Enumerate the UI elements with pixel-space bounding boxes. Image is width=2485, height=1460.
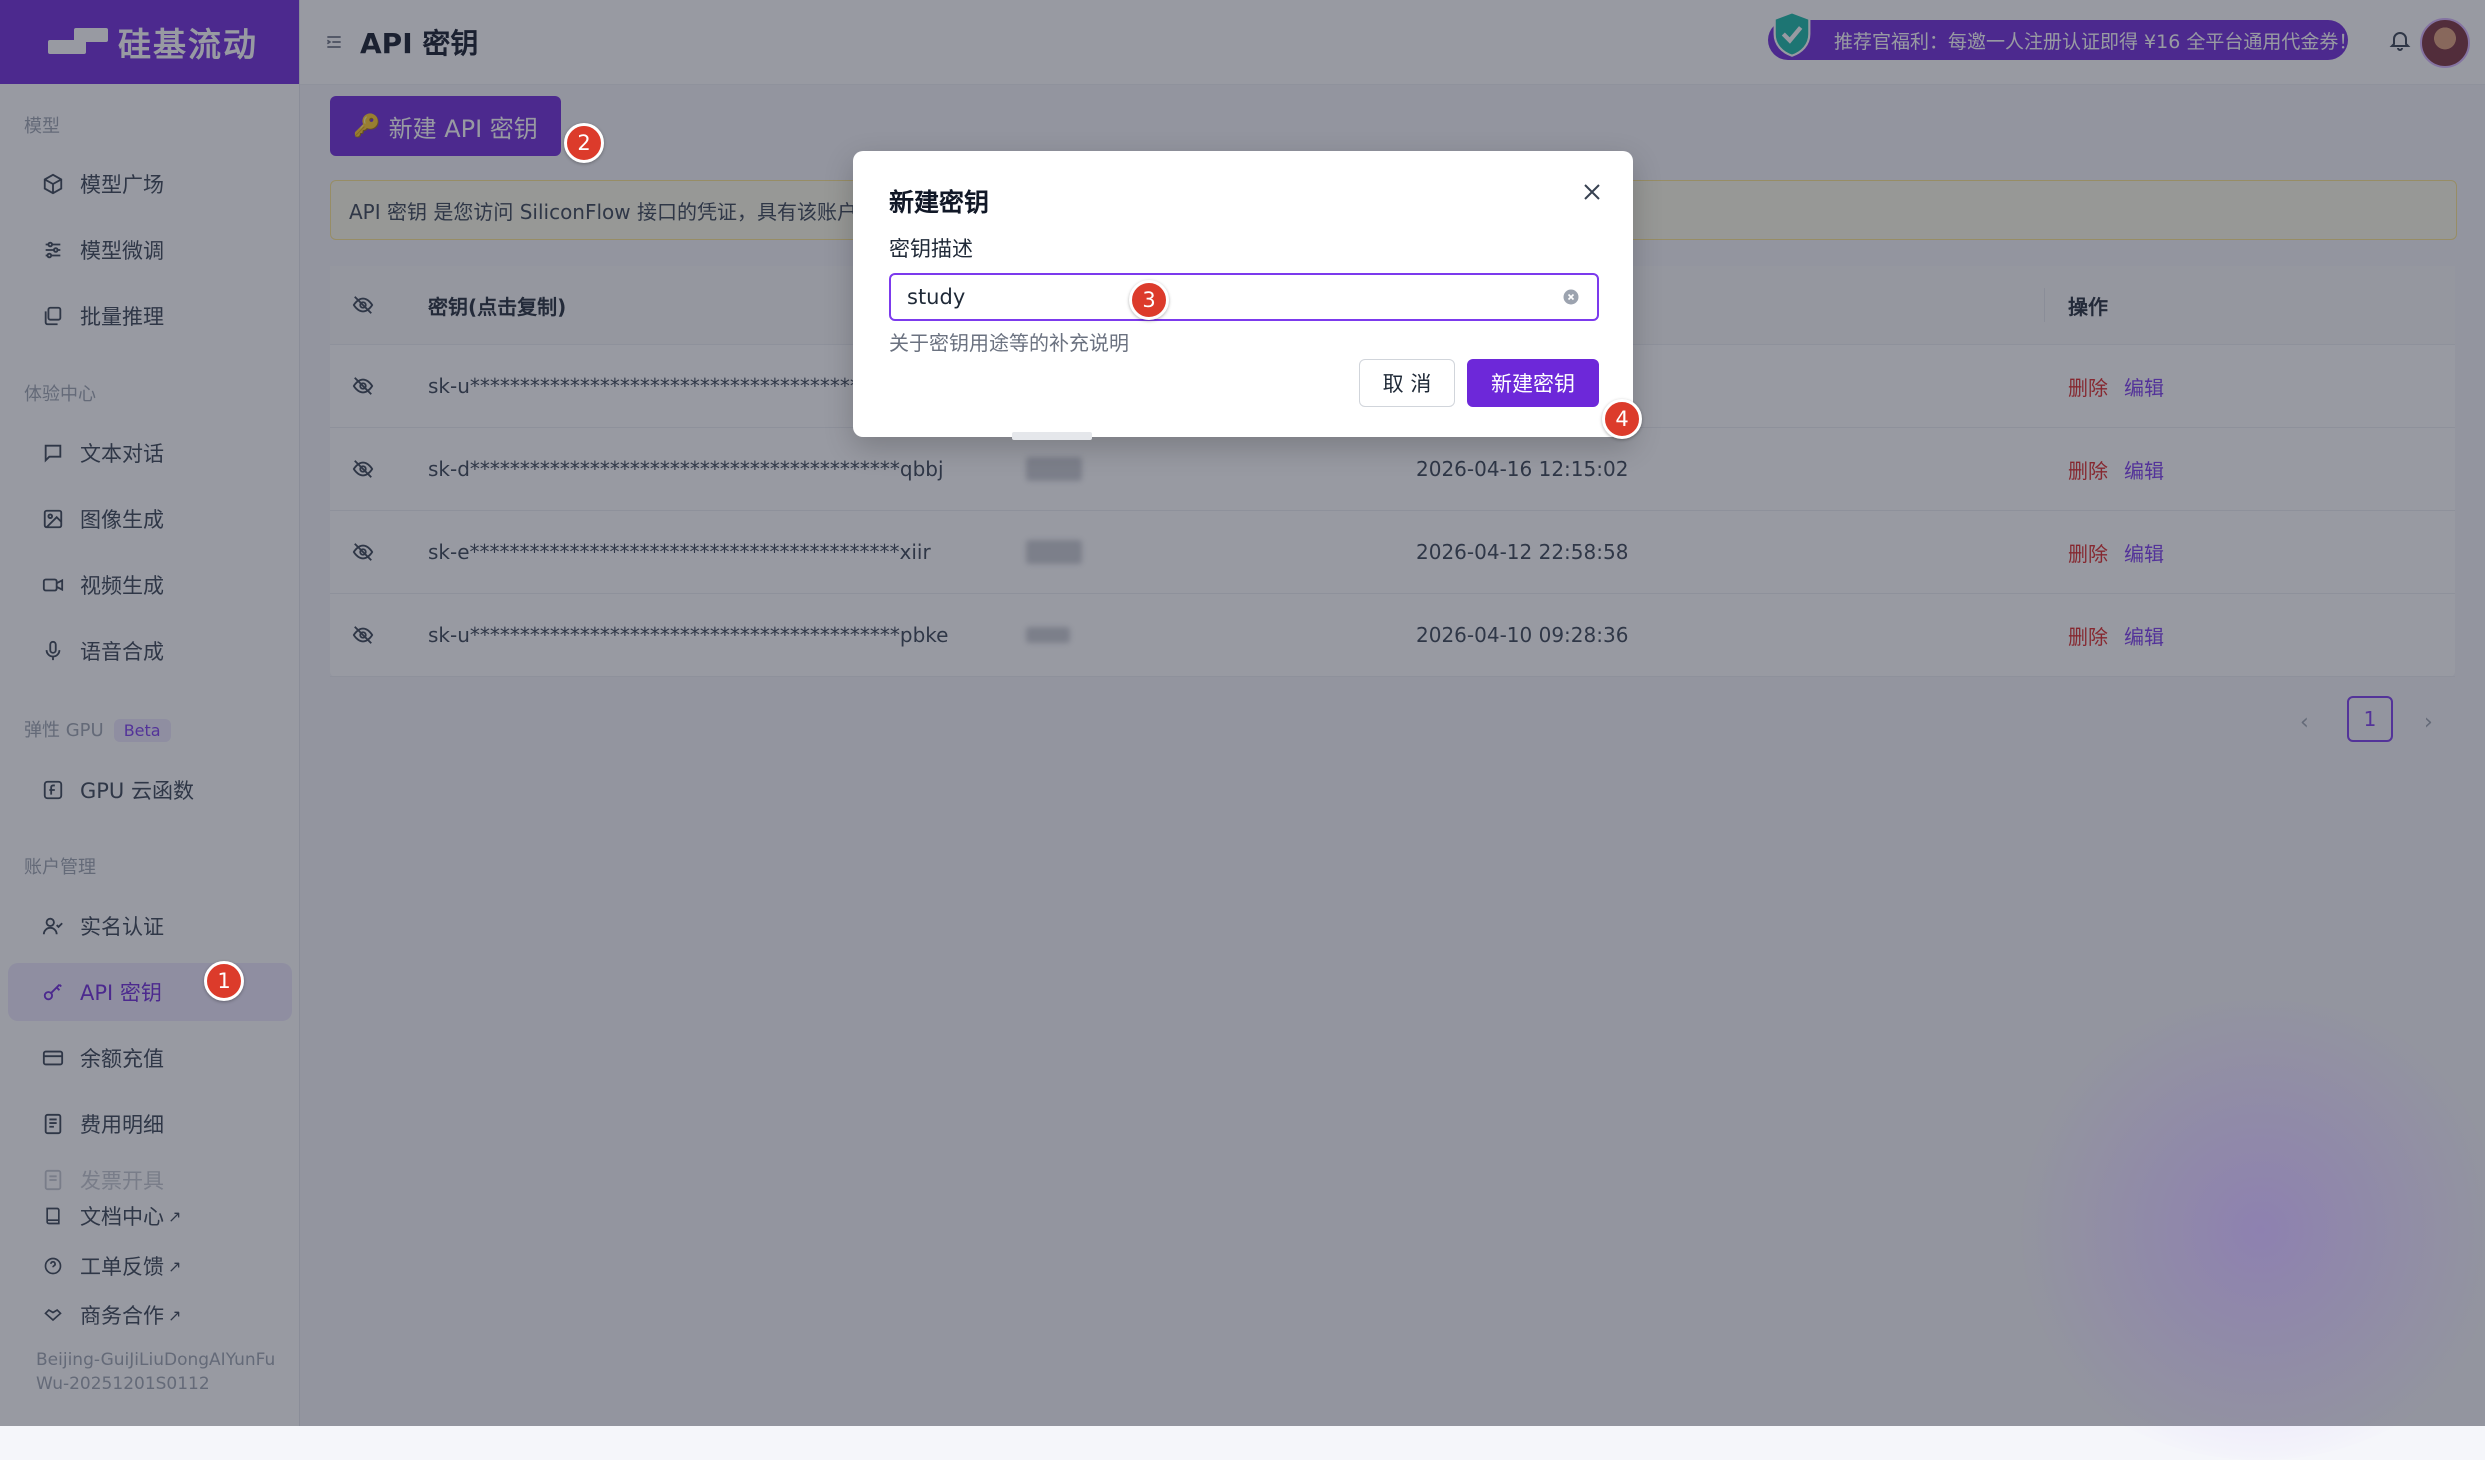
- clear-input-icon[interactable]: [1561, 287, 1581, 307]
- new-key-modal: 新建密钥 密钥描述 关于密钥用途等的补充说明 取 消 新建密钥: [853, 151, 1633, 437]
- close-icon[interactable]: [1578, 178, 1606, 206]
- step-marker-3: 3: [1129, 280, 1169, 320]
- create-key-button[interactable]: 新建密钥: [1467, 359, 1599, 407]
- cancel-button[interactable]: 取 消: [1359, 359, 1455, 407]
- step-marker-2: 2: [564, 123, 604, 163]
- scroll-indicator: [1012, 432, 1092, 440]
- modal-title: 新建密钥: [889, 188, 990, 217]
- key-description-input[interactable]: [905, 284, 1529, 310]
- step-marker-1: 1: [204, 961, 244, 1001]
- key-description-label: 密钥描述: [889, 237, 973, 261]
- step-marker-4: 4: [1602, 399, 1642, 439]
- key-description-field[interactable]: [889, 273, 1599, 321]
- key-description-help: 关于密钥用途等的补充说明: [889, 331, 1129, 355]
